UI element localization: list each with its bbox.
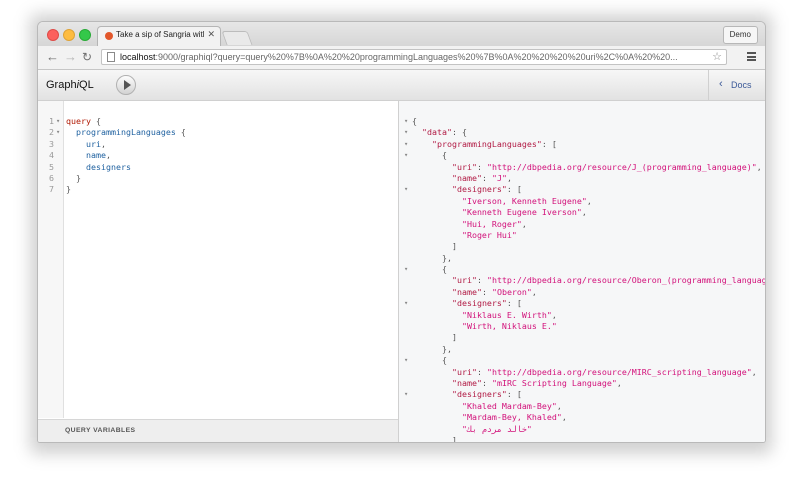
fold-arrow-icon[interactable]: ▾ [404,127,408,138]
result-line-text: "designers": [ [451,298,522,309]
line-number: 2 [49,127,54,138]
fold-arrow-icon[interactable]: ▾ [404,264,408,275]
result-line-text: "uri": "http://dbpedia.org/resource/MIRC… [451,366,757,377]
result-line-text: { [412,355,447,366]
play-icon [124,80,131,90]
tab-close-icon[interactable]: ✕ [207,29,215,40]
result-line-text: "Hui, Roger", [461,218,527,229]
query-line-text: } [76,172,81,183]
docs-label: Docs [731,80,752,90]
query-line-text: designers [85,161,131,172]
line-number: 4 [49,150,54,161]
minimize-window-button[interactable] [63,29,75,41]
page-icon [107,52,115,62]
fold-arrow-icon[interactable]: ▾ [404,139,408,150]
fold-arrow-icon[interactable]: ▾ [56,116,60,127]
line-number: 6 [49,172,54,183]
bookmark-star-icon[interactable]: ☆ [712,50,722,63]
tab-title: Take a sip of Sangria with G [116,30,204,39]
forward-arrow-icon[interactable]: → [64,50,77,64]
result-line-text: "Kenneth Eugene Iverson", [461,207,587,218]
fold-arrow-icon[interactable]: ▾ [404,355,408,366]
graphiql-topbar: GraphiQL ‹ Docs [38,70,765,101]
result-line-text: "name": "Oberon", [451,286,537,297]
result-line-text: "designers": [ [451,184,522,195]
query-line-text: programmingLanguages { [76,127,186,138]
browser-toolbar: ← → ↻ localhost:9000/graphiql?query=quer… [38,46,765,70]
url-text: localhost:9000/graphiql?query=query%20%7… [120,52,678,62]
query-variables-bar[interactable]: QUERY VARIABLES [38,419,398,442]
result-viewer[interactable]: ▾ { ▾ "data": { ▾ "programmingLanguages": [… [399,101,765,442]
result-line-text: }, [412,343,452,354]
result-line-text: "Khaled Mardam-Bey", [461,400,562,411]
result-line-text: "uri": "http://dbpedia.org/resource/Ober… [451,275,765,286]
result-line-text: "name": "J", [451,172,512,183]
browser-window: Take a sip of Sangria with G ✕ Demo ← → … [38,22,765,442]
result-line-text: "خالد مردم بك" [461,423,532,434]
maximize-window-button[interactable] [79,29,91,41]
line-number: 5 [49,161,54,172]
result-line-text: "name": "mIRC Scripting Language", [451,377,622,388]
browser-tab[interactable]: Take a sip of Sangria with G ✕ [97,26,221,46]
reload-icon[interactable]: ↻ [82,50,92,64]
menu-icon[interactable] [747,52,756,61]
address-bar[interactable]: localhost:9000/graphiql?query=query%20%7… [101,49,727,65]
close-window-button[interactable] [47,29,59,41]
query-line-text: query { [66,116,101,126]
result-line-text: { [412,150,447,161]
query-line-text: uri, [85,138,106,149]
execute-query-button[interactable] [116,75,136,95]
query-line-text: } [66,184,71,195]
query-editor[interactable]: 1 ▾ query { 2 ▾ programmingLanguages { 3 uri,… [38,101,399,442]
chevron-left-icon: ‹ [719,78,723,90]
result-line-text: ] [412,434,457,442]
result-line-text: "Mardam-Bey, Khaled", [461,412,567,423]
query-variables-label: QUERY VARIABLES [65,427,136,434]
result-line-text: "Roger Hui" [461,229,517,240]
fold-arrow-icon[interactable]: ▾ [404,150,408,161]
result-line-text: "programmingLanguages": [ [431,138,557,149]
graphiql-title: GraphiQL [46,79,94,91]
result-line-text: { [412,116,417,126]
result-line-text: ] [412,332,457,343]
line-number: 7 [49,184,54,195]
result-line-text: "Iverson, Kenneth Eugene", [461,195,592,206]
result-line-text: { [412,264,447,275]
fold-arrow-icon[interactable]: ▾ [56,127,60,138]
profile-button[interactable]: Demo [722,26,758,44]
result-line-text: "data": { [422,127,467,138]
result-line-text: "designers": [ [451,389,522,400]
new-tab-button[interactable] [221,31,253,45]
line-number: 3 [49,138,54,149]
fold-arrow-icon[interactable]: ▾ [404,389,408,400]
title-bar: Take a sip of Sangria with G ✕ Demo [38,22,765,46]
result-line-text: }, [412,252,452,263]
result-line-text: ] [412,241,457,252]
result-line-text: "uri": "http://dbpedia.org/resource/J_(p… [451,161,762,172]
fold-arrow-icon[interactable]: ▾ [404,116,408,127]
docs-button[interactable]: ‹ Docs [708,70,765,100]
fold-arrow-icon[interactable]: ▾ [404,184,408,195]
query-line-text: name, [85,150,111,161]
favicon-icon [105,32,113,40]
result-line-text: "Niklaus E. Wirth", [461,309,557,320]
result-line-text: "Wirth, Niklaus E." [461,321,557,332]
fold-arrow-icon[interactable]: ▾ [404,298,408,309]
line-number: 1 [49,116,54,126]
back-arrow-icon[interactable]: ← [46,50,59,64]
